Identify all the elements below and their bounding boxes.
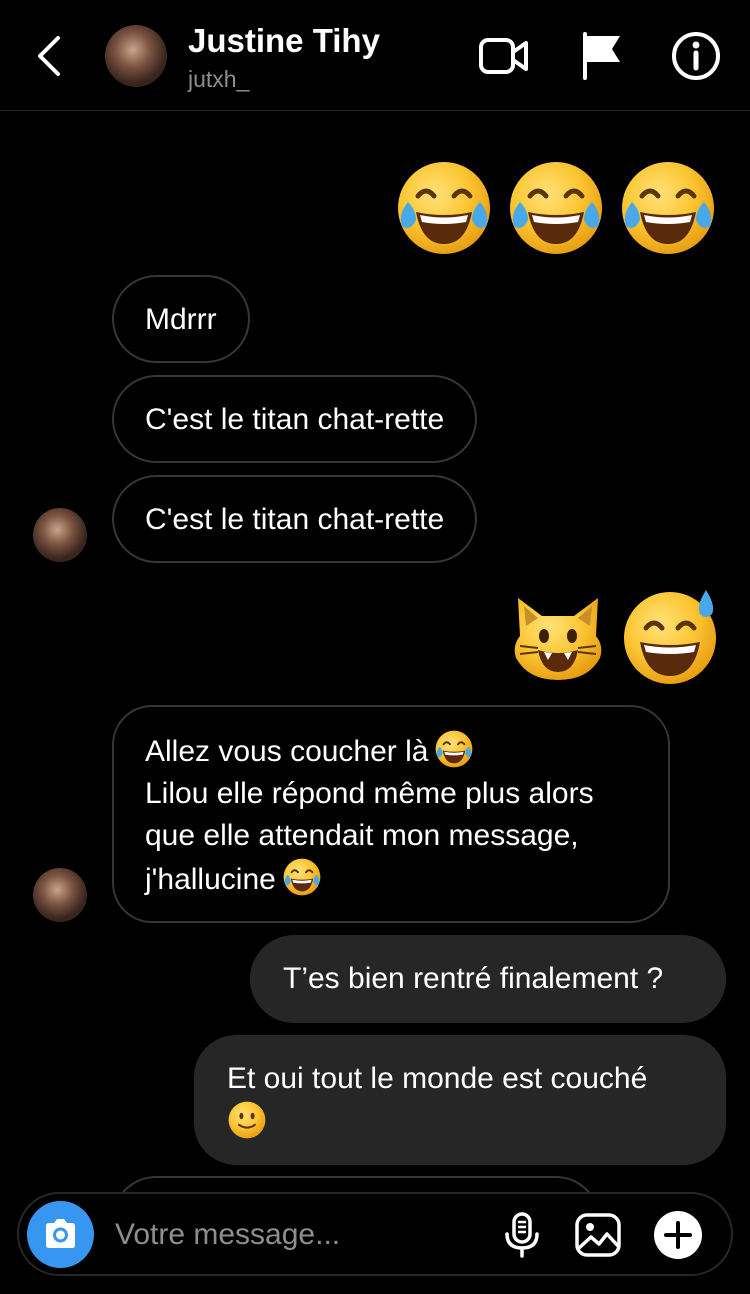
microphone-icon[interactable]: [497, 1210, 547, 1260]
joy-emoji-icon: [282, 857, 322, 897]
video-call-icon[interactable]: [478, 30, 530, 82]
slightly-smiling-emoji-icon: [227, 1100, 267, 1140]
emoji-message[interactable]: [394, 158, 718, 258]
info-icon[interactable]: [670, 30, 722, 82]
message-text: C'est le titan chat-rette: [145, 403, 445, 436]
emoji-message[interactable]: [508, 586, 720, 686]
message-bubble[interactable]: T’es bien rentré finalement ?: [250, 935, 726, 1023]
joy-emoji-icon: [394, 158, 494, 258]
sender-avatar[interactable]: [33, 508, 87, 562]
joy-emoji-icon: [506, 158, 606, 258]
message-text: que elle attendait mon message,: [145, 819, 579, 852]
contact-name[interactable]: Justine Tihy: [188, 22, 380, 60]
gallery-icon[interactable]: [573, 1210, 623, 1260]
joy-emoji-icon: [618, 158, 718, 258]
message-text: j'hallucine: [145, 863, 276, 896]
contact-avatar[interactable]: [105, 25, 167, 87]
message-input[interactable]: [113, 1212, 487, 1258]
message-text: Et oui tout le monde est couché: [227, 1062, 648, 1095]
chat-header: Justine Tihy jutxh_: [0, 0, 750, 111]
message-text: Lilou elle répond même plus alors: [145, 777, 594, 810]
message-bubble[interactable]: Mdrrr: [112, 275, 250, 363]
joy-emoji-icon: [434, 729, 474, 769]
sweat-smile-emoji-icon: [620, 586, 720, 686]
message-bubble[interactable]: C'est le titan chat-rette: [112, 375, 478, 463]
message-text: Mdrrr: [145, 303, 217, 336]
flag-icon[interactable]: [576, 30, 628, 82]
message-bubble[interactable]: Et oui tout le monde est couché: [194, 1035, 726, 1165]
back-arrow-icon[interactable]: [30, 32, 70, 80]
message-text: C'est le titan chat-rette: [145, 503, 445, 536]
sender-avatar[interactable]: [33, 868, 87, 922]
camera-icon: [46, 1219, 75, 1248]
message-composer: [17, 1192, 733, 1276]
plus-icon[interactable]: [653, 1210, 703, 1260]
contact-handle[interactable]: jutxh_: [188, 66, 249, 93]
grinning-cat-emoji-icon: [508, 586, 608, 686]
message-bubble[interactable]: C'est le titan chat-rette: [112, 475, 478, 563]
message-text: Allez vous coucher là: [145, 735, 429, 768]
message-text: T’es bien rentré finalement ?: [283, 962, 664, 995]
message-bubble[interactable]: Allez vous coucher là Lilou elle répond …: [112, 705, 670, 923]
camera-button[interactable]: [27, 1201, 94, 1268]
